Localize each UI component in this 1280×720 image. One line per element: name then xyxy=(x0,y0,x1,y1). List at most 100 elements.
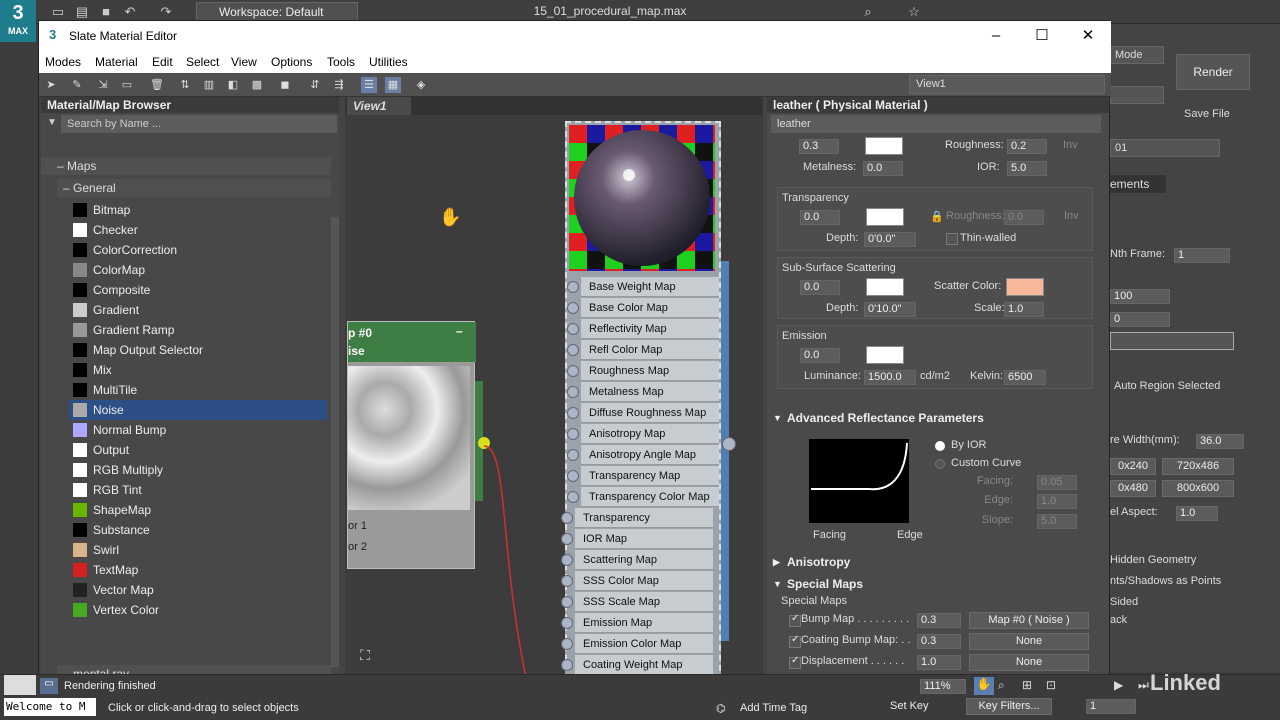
special-map-checkbox[interactable]: ✓ xyxy=(789,634,801,648)
view-tab[interactable]: View1 xyxy=(347,97,411,115)
roughness-inv-label[interactable]: Inv xyxy=(1063,139,1078,151)
map-item-composite[interactable]: Composite xyxy=(69,280,327,300)
play-icon[interactable]: ▶ xyxy=(1114,678,1123,692)
map-item-gradient[interactable]: Gradient xyxy=(69,300,327,320)
menu-modes[interactable]: Modes xyxy=(45,55,81,69)
layout-icon[interactable]: ⇵ xyxy=(307,77,323,93)
preset-640x480[interactable]: 0x480 xyxy=(1110,480,1156,497)
menu-material[interactable]: Material xyxy=(95,55,138,69)
slot-input-socket[interactable] xyxy=(567,491,579,503)
map-item-map-output-selector[interactable]: Map Output Selector xyxy=(69,340,327,360)
map-item-rgb-multiply[interactable]: RGB Multiply xyxy=(69,460,327,480)
material-slot-roughness-map[interactable]: Roughness Map xyxy=(567,361,719,381)
map-item-substance[interactable]: Substance xyxy=(69,520,327,540)
slot-input-socket[interactable] xyxy=(561,512,573,524)
scatter-color-swatch[interactable] xyxy=(1006,278,1044,296)
facing-input[interactable]: 0.05 xyxy=(1037,475,1077,490)
special-map-amount-input[interactable]: 0.3 xyxy=(917,634,961,649)
slot-input-socket[interactable] xyxy=(567,365,579,377)
maps-section-header[interactable]: – Maps xyxy=(41,157,331,175)
by-ior-radio[interactable] xyxy=(935,441,945,451)
binoculars-icon[interactable]: ⌕ xyxy=(860,4,876,20)
select-by-material-icon[interactable]: ◈ xyxy=(413,77,429,93)
special-map-button[interactable]: Map #0 ( Noise ) xyxy=(969,612,1089,629)
transparency-inv-label[interactable]: Inv xyxy=(1064,210,1079,222)
maximize-button[interactable]: ☐ xyxy=(1029,25,1055,47)
transparency-depth-input[interactable]: 0'0.0" xyxy=(864,232,916,247)
range-end-input[interactable]: 100 xyxy=(1110,289,1170,304)
pixel-aspect-input[interactable]: 1.0 xyxy=(1176,506,1218,521)
noise-color1-slot[interactable]: or 1 xyxy=(348,516,468,536)
special-maps-rollout[interactable]: ▼ Special Maps xyxy=(771,575,1101,593)
sss-input[interactable]: 0.0 xyxy=(800,280,840,295)
noise-map-node[interactable]: p #0 ise – or 1 or 2 xyxy=(347,321,476,569)
material-slot-base-weight-map[interactable]: Base Weight Map xyxy=(567,277,719,297)
menu-utilities[interactable]: Utilities xyxy=(369,55,408,69)
transparency-input[interactable]: 0.0 xyxy=(800,210,840,225)
sss-depth-input[interactable]: 0'10.0" xyxy=(864,302,916,317)
view-selector-dropdown[interactable]: View1 xyxy=(909,75,1105,94)
navigator-icon[interactable]: ⛶ xyxy=(355,647,375,667)
material-slot-transparency-map[interactable]: Transparency Map xyxy=(567,466,719,486)
slot-input-socket[interactable] xyxy=(561,638,573,650)
special-map-amount-input[interactable]: 0.3 xyxy=(917,613,961,628)
material-slot-metalness-map[interactable]: Metalness Map xyxy=(567,382,719,402)
menu-edit[interactable]: Edit xyxy=(152,55,173,69)
slot-input-socket[interactable] xyxy=(567,302,579,314)
material-output-socket[interactable] xyxy=(722,437,736,451)
redo-icon[interactable]: ↷ xyxy=(158,4,174,20)
preset-320x240[interactable]: 0x240 xyxy=(1110,458,1156,475)
map-item-gradient-ramp[interactable]: Gradient Ramp xyxy=(69,320,327,340)
map-item-colormap[interactable]: ColorMap xyxy=(69,260,327,280)
special-map-checkbox[interactable]: ✓ xyxy=(789,655,801,669)
preset-800x600[interactable]: 800x600 xyxy=(1162,480,1234,497)
browser-search-input[interactable]: Search by Name ... xyxy=(61,115,337,133)
advanced-reflectance-rollout[interactable]: ▼ Advanced Reflectance Parameters xyxy=(771,409,1101,427)
material-slot-transparency-color-map[interactable]: Transparency Color Map xyxy=(567,487,719,507)
two-sided-option[interactable]: Sided xyxy=(1110,596,1138,608)
slot-input-socket[interactable] xyxy=(561,596,573,608)
time-tag-icon[interactable]: ⌬ xyxy=(716,702,726,715)
material-name-input[interactable]: leather xyxy=(771,115,1101,133)
shadows-as-points-option[interactable]: nts/Shadows as Points xyxy=(1110,575,1221,587)
range-start-input[interactable]: 0 xyxy=(1110,312,1170,327)
star-icon[interactable]: ☆ xyxy=(906,4,922,20)
slot-input-socket[interactable] xyxy=(561,575,573,587)
open-file-icon[interactable]: ▤ xyxy=(74,4,90,20)
luminance-input[interactable]: 1500.0 xyxy=(864,370,916,385)
map-item-noise[interactable]: Noise xyxy=(69,400,327,420)
material-browser-icon[interactable]: ☰ xyxy=(361,77,377,93)
add-time-tag-button[interactable]: Add Time Tag xyxy=(740,702,807,714)
special-map-checkbox[interactable]: ✓ xyxy=(789,613,801,627)
map-item-shapemap[interactable]: ShapeMap xyxy=(69,500,327,520)
map-item-bitmap[interactable]: Bitmap xyxy=(69,200,327,220)
material-slot-emission-color-map[interactable]: Emission Color Map xyxy=(561,634,713,654)
map-item-output[interactable]: Output xyxy=(69,440,327,460)
slot-input-socket[interactable] xyxy=(567,470,579,482)
sss-scale-input[interactable]: 1.0 xyxy=(1004,302,1044,317)
slot-input-socket[interactable] xyxy=(561,659,573,671)
select-tool-icon[interactable]: ➤ xyxy=(43,77,59,93)
map-item-swirl[interactable]: Swirl xyxy=(69,540,327,560)
close-button[interactable]: ✕ xyxy=(1075,25,1101,47)
browser-options-icon[interactable]: ▼ xyxy=(47,117,57,128)
hide-unused-icon[interactable]: ▥ xyxy=(201,77,217,93)
map-item-rgb-tint[interactable]: RGB Tint xyxy=(69,480,327,500)
ior-input[interactable]: 5.0 xyxy=(1007,161,1047,176)
background-icon[interactable]: ▩ xyxy=(249,77,265,93)
emission-color-swatch[interactable] xyxy=(866,346,904,364)
next-frame-icon[interactable]: ⏭ xyxy=(1138,678,1149,693)
material-slot-emission-map[interactable]: Emission Map xyxy=(561,613,713,633)
save-file-label[interactable]: Save File xyxy=(1184,108,1230,120)
slot-input-socket[interactable] xyxy=(567,428,579,440)
material-slot-sss-scale-map[interactable]: SSS Scale Map xyxy=(561,592,713,612)
material-slot-base-color-map[interactable]: Base Color Map xyxy=(567,298,719,318)
kelvin-input[interactable]: 6500 xyxy=(1004,370,1046,385)
move-children-icon[interactable]: ⇅ xyxy=(177,77,193,93)
transparency-roughness-input[interactable]: 0.0 xyxy=(1004,210,1044,225)
save-icon[interactable]: ■ xyxy=(98,4,114,20)
menu-select[interactable]: Select xyxy=(186,55,219,69)
custom-curve-radio[interactable] xyxy=(935,459,945,469)
app-logo[interactable]: 3 MAX xyxy=(0,0,36,42)
noise-color2-slot[interactable]: or 2 xyxy=(348,537,468,557)
